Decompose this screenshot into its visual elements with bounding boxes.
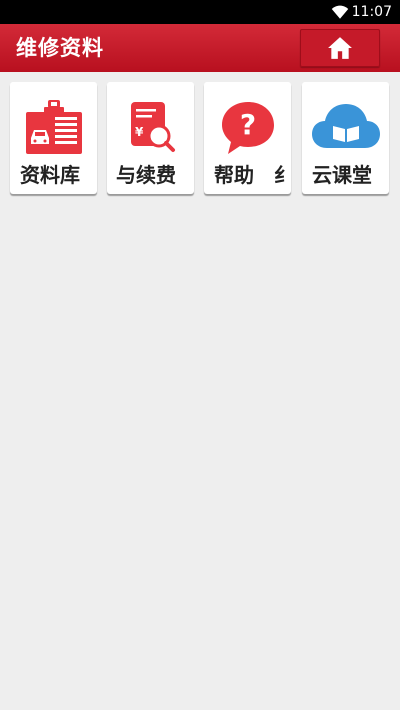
home-icon [328, 37, 352, 59]
tile-renewal-icon-wrap: ¥ [107, 100, 194, 156]
tile-database-icon-wrap [10, 100, 97, 156]
tile-renewal-label: 与续费 [116, 163, 176, 187]
tile-renewal[interactable]: ¥ 与续费 [107, 82, 194, 194]
cloud-book-icon [311, 104, 380, 148]
status-time: 11:07 [351, 4, 392, 20]
tile-database[interactable]: 资料库 [10, 82, 97, 194]
tile-help-label: 帮助 纟 [214, 163, 291, 187]
tile-database-label: 资料库 [20, 163, 80, 187]
app-bar: 维修资料 [0, 24, 400, 72]
tile-cloud-class-icon-wrap [302, 100, 389, 156]
home-button[interactable] [300, 29, 380, 67]
tile-cloud-class-label: 云课堂 [312, 163, 372, 187]
svg-text:¥: ¥ [135, 125, 144, 139]
tile-cloud-class[interactable]: 云课堂 [302, 82, 389, 194]
tile-help[interactable]: ? 帮助 纟 [204, 82, 291, 194]
wifi-icon [331, 5, 349, 19]
page-title: 维修资料 [16, 36, 104, 60]
help-bubble-icon: ? [221, 102, 274, 154]
tile-help-icon-wrap: ? [204, 100, 291, 156]
svg-text:?: ? [239, 108, 255, 141]
car-document-icon [25, 100, 82, 154]
status-bar: 11:07 [0, 0, 400, 24]
bill-search-icon: ¥ [130, 102, 175, 152]
